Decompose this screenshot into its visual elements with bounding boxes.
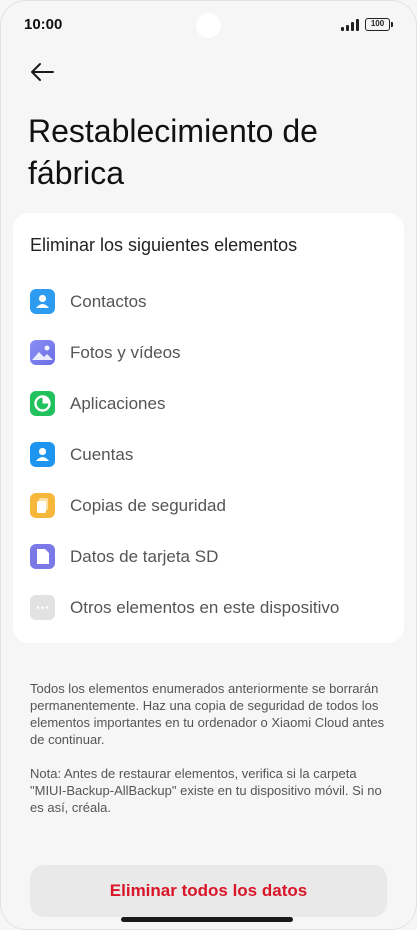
items-card: Eliminar los siguientes elementos Contac…: [13, 213, 404, 643]
item-label: Fotos y vídeos: [70, 343, 181, 362]
card-heading: Eliminar los siguientes elementos: [30, 235, 298, 255]
backup-note: Nota: Antes de restaurar elementos, veri…: [30, 766, 382, 815]
page-title: Restablecimiento de fábrica: [28, 113, 318, 191]
arrow-left-icon: [31, 63, 54, 81]
list-item-backups: Copias de seguridad: [30, 491, 390, 521]
warning-description: Todos los elementos enumerados anteriorm…: [30, 681, 385, 747]
list-item-accounts: Cuentas: [30, 440, 390, 470]
list-item-photos: Fotos y vídeos: [30, 338, 390, 368]
gallery-icon: [30, 340, 55, 365]
list-item-apps: Aplicaciones: [30, 389, 390, 419]
list-item-sd-card: Datos de tarjeta SD: [30, 542, 390, 572]
status-bar: 10:00 100: [0, 0, 417, 50]
item-label: Copias de seguridad: [70, 496, 226, 515]
accounts-icon: [30, 442, 55, 467]
item-label: Cuentas: [70, 445, 134, 464]
signal-icon: [341, 19, 361, 31]
status-time: 10:00: [24, 16, 63, 33]
back-button[interactable]: [27, 58, 59, 86]
more-icon: [30, 595, 55, 620]
item-label: Otros elementos en este dispositivo: [70, 598, 340, 617]
contacts-icon: [30, 289, 55, 314]
list-item-contacts: Contactos: [30, 287, 390, 317]
erase-all-data-button[interactable]: Eliminar todos los datos: [30, 865, 387, 917]
battery-icon: 100: [365, 18, 393, 31]
camera-cutout: [196, 13, 221, 38]
sd-card-icon: [30, 544, 55, 569]
item-label: Contactos: [70, 292, 147, 311]
list-item-other: Otros elementos en este dispositivo: [30, 593, 390, 623]
item-label: Aplicaciones: [70, 394, 166, 413]
backup-icon: [30, 493, 55, 518]
item-label: Datos de tarjeta SD: [70, 547, 219, 566]
apps-icon: [30, 391, 55, 416]
home-indicator[interactable]: [121, 917, 293, 922]
